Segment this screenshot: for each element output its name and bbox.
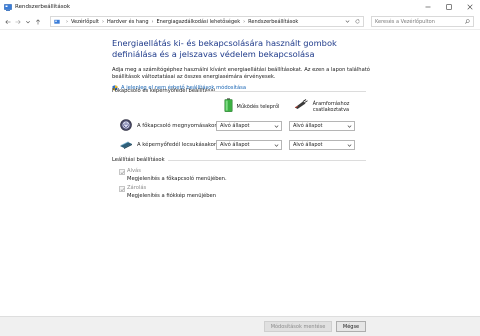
forward-button[interactable] xyxy=(13,17,23,27)
close-button[interactable] xyxy=(459,0,480,14)
maximize-button[interactable] xyxy=(438,0,459,14)
address-dropdown-icon[interactable] xyxy=(345,19,350,24)
power-button-on-battery-select[interactable]: Alvó állapot xyxy=(216,121,282,131)
arrow-left-icon xyxy=(5,19,11,24)
close-icon xyxy=(466,4,473,10)
page-title: Energiaellátás ki- és bekapcsolására has… xyxy=(112,38,337,59)
laptop-lid-icon xyxy=(120,141,132,149)
search-box[interactable]: Keresés a Vezérlőpulton xyxy=(371,16,474,27)
sleep-checkbox[interactable] xyxy=(119,169,125,175)
arrow-right-icon xyxy=(15,19,21,24)
lock-option-title: Zárolás xyxy=(127,185,147,191)
chevron-down-icon xyxy=(274,125,279,128)
breadcrumb-separator: › xyxy=(66,18,68,25)
column-header-plugged-in-line2: csatlakoztatva xyxy=(312,107,350,113)
column-header-on-battery: Működés telepről xyxy=(236,104,280,110)
chevron-down-icon xyxy=(274,144,279,147)
arrow-up-icon xyxy=(35,18,41,24)
back-button[interactable] xyxy=(3,17,13,27)
lid-close-on-battery-value: Alvó állapot xyxy=(220,142,250,148)
checkmark-icon xyxy=(120,187,125,192)
search-input[interactable]: Keresés a Vezérlőpulton xyxy=(375,19,435,25)
shutdown-section-label: Leállítási beállítások xyxy=(112,157,165,163)
window-title: Rendszerbeállítások xyxy=(15,4,71,10)
title-bar: Rendszerbeállítások xyxy=(0,0,480,14)
breadcrumb-item-control-panel[interactable]: Vezérlőpult xyxy=(71,19,99,25)
search-icon xyxy=(465,19,470,24)
breadcrumb-item-system-settings[interactable]: Rendszerbeállítások xyxy=(248,19,298,25)
battery-icon xyxy=(224,98,233,112)
lid-close-on-battery-select[interactable]: Alvó állapot xyxy=(216,140,282,150)
checkmark-icon xyxy=(120,170,125,175)
power-button-plugged-in-select[interactable]: Alvó állapot xyxy=(289,121,355,131)
section-divider xyxy=(168,160,366,161)
lid-close-row-label: A képernyőfedél lecsukásakor: xyxy=(137,142,218,148)
control-panel-icon xyxy=(4,3,12,11)
main-content: Energiaellátás ki- és bekapcsolására has… xyxy=(112,38,380,91)
power-button-row-label: A főkapcsoló megnyomásakor: xyxy=(137,123,219,129)
chevron-down-icon xyxy=(347,144,352,147)
footer-bar: Módosítások mentése Mégse xyxy=(0,316,480,336)
control-panel-folder-icon xyxy=(54,19,60,24)
power-button-on-battery-value: Alvó állapot xyxy=(220,123,250,129)
sleep-option-title: Alvás xyxy=(127,168,141,174)
recent-locations-button[interactable] xyxy=(23,17,33,27)
lid-close-plugged-in-select[interactable]: Alvó állapot xyxy=(289,140,355,150)
minimize-icon xyxy=(425,6,430,8)
breadcrumb-item-hardware-sound[interactable]: Hardver és hang xyxy=(107,19,149,25)
lid-close-plugged-in-value: Alvó állapot xyxy=(293,142,323,148)
minimize-button[interactable] xyxy=(417,0,438,14)
sleep-option-description: Megjelenítés a főkapcsoló menüjében. xyxy=(127,176,227,182)
chevron-down-icon xyxy=(25,20,31,23)
address-bar[interactable]: › Vezérlőpult › Hardver és hang › Energi… xyxy=(50,16,364,27)
power-button-plugged-in-value: Alvó állapot xyxy=(293,123,323,129)
cancel-button[interactable]: Mégse xyxy=(336,321,366,332)
chevron-down-icon xyxy=(347,125,352,128)
navigation-bar: › Vezérlőpult › Hardver és hang › Energi… xyxy=(0,14,480,30)
breadcrumb-separator: › xyxy=(151,18,154,25)
page-description: Adja meg a számítógéphez használni kíván… xyxy=(112,67,370,80)
power-lid-section-label: Főkapcsoló és képernyőfedél beállításai xyxy=(112,88,216,94)
save-changes-button[interactable]: Módosítások mentése xyxy=(264,321,332,332)
up-button[interactable] xyxy=(33,17,43,27)
maximize-icon xyxy=(445,4,452,10)
lock-option-description: Megjelenítés a fiókkép menüjében xyxy=(127,193,216,199)
power-button-icon xyxy=(120,119,132,131)
lock-checkbox[interactable] xyxy=(119,186,125,192)
breadcrumb-item-power-options[interactable]: Energiagazdálkodási lehetőségek xyxy=(157,19,241,25)
breadcrumb-separator: › xyxy=(243,18,246,25)
breadcrumb-separator: › xyxy=(102,18,105,25)
section-divider xyxy=(206,91,366,92)
refresh-icon[interactable] xyxy=(355,19,360,24)
